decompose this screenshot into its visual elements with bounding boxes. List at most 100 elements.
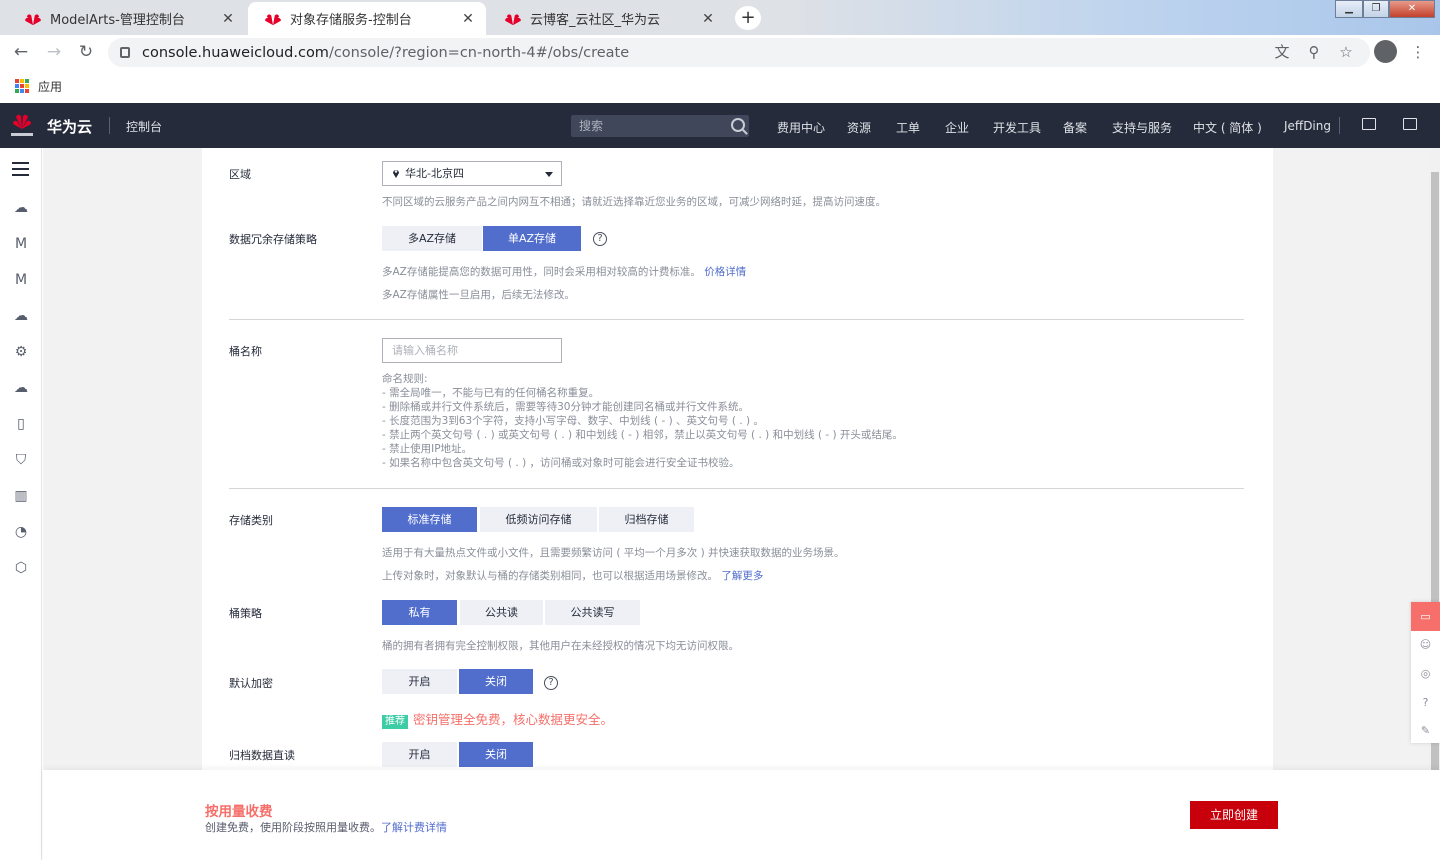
shield-icon[interactable]: ⛉ — [11, 450, 31, 470]
rule-line: - 如果名称中包含英文句号 ( . ) ，访问桶或对象时可能会进行安全证书校验。 — [382, 457, 740, 469]
nav-icp[interactable]: 备案 — [1063, 119, 1087, 136]
floating-tools: ▭ ☺ ◎ ? ✎ — [1411, 602, 1440, 743]
standard-storage-option[interactable]: 标准存储 — [382, 507, 477, 532]
infrequent-access-option[interactable]: 低频访问存储 — [480, 507, 597, 532]
modelarts-alt-icon[interactable]: M — [11, 270, 31, 290]
encryption-on-option[interactable]: 开启 — [382, 669, 457, 694]
tab-close-icon[interactable]: ✕ — [700, 11, 716, 27]
back-icon[interactable]: ← — [10, 41, 32, 63]
nav-user[interactable]: JeffDing — [1284, 119, 1331, 133]
multi-az-option[interactable]: 多AZ存储 — [382, 226, 482, 251]
cloud-upload-icon[interactable]: ☁ — [11, 306, 31, 326]
huawei-logo-icon — [265, 13, 281, 25]
browser-menu-icon[interactable]: ⋮ — [1408, 42, 1428, 62]
edit-icon[interactable]: ✎ — [1411, 716, 1440, 745]
reload-icon[interactable]: ↻ — [75, 41, 97, 63]
encryption-off-option[interactable]: 关闭 — [459, 669, 533, 694]
help-icon[interactable]: ? — [593, 232, 607, 246]
nav-support[interactable]: 支持与服务 — [1112, 119, 1172, 136]
console-header: 华为云 控制台 搜索 费用中心 资源 工单 企业 开发工具 备案 支持与服务 中… — [0, 103, 1440, 148]
service-sidebar: ☁ M M ☁ ⚙ ☁ ▯ ⛉ ▥ ◔ ⬡ — [0, 148, 42, 860]
url-path: /console/?region=cn-north-4#/obs/create — [328, 44, 630, 61]
mail-icon[interactable] — [1403, 118, 1417, 130]
terminal-icon[interactable] — [1362, 118, 1376, 130]
brand-name[interactable]: 华为云 — [47, 116, 92, 137]
single-az-option[interactable]: 单AZ存储 — [483, 226, 581, 251]
learn-more-link[interactable]: 了解更多 — [721, 570, 763, 582]
url-host: console.huaweicloud.com — [142, 44, 329, 61]
help-circle-icon[interactable]: ? — [1411, 688, 1440, 717]
bookmark-star-icon[interactable]: ☆ — [1336, 42, 1356, 62]
archive-read-on-option[interactable]: 开启 — [382, 742, 457, 767]
storage-class-hint: 适用于有大量热点文件或小文件，且需要频繁访问 ( 平均一个月多次 ) 并快速获取… — [382, 547, 845, 559]
help-icon[interactable]: ? — [544, 676, 558, 690]
region-hint: 不同区域的云服务产品之间内网互不相通；请就近选择靠近您业务的区域，可减少网络时延… — [382, 196, 886, 208]
archive-storage-option[interactable]: 归档存储 — [599, 507, 694, 532]
browser-tab-obs[interactable]: 对象存储服务-控制台 ✕ — [248, 2, 486, 35]
tab-label: ModelArts-管理控制台 — [50, 13, 185, 28]
zoom-icon[interactable]: ⚲ — [1304, 42, 1324, 62]
archive-read-off-option[interactable]: 关闭 — [459, 742, 533, 767]
maximize-button[interactable]: ❐ — [1363, 0, 1389, 18]
cloud-storage-icon[interactable]: ☁ — [11, 378, 31, 398]
new-tab-button[interactable]: + — [735, 6, 761, 30]
header-search-input[interactable]: 搜索 — [571, 115, 749, 137]
redundancy-label: 数据冗余存储策略 — [229, 233, 317, 246]
huawei-logo-icon[interactable] — [8, 110, 36, 140]
feedback-icon[interactable]: ▭ — [1411, 602, 1440, 631]
tab-close-icon[interactable]: ✕ — [220, 11, 236, 27]
browser-tab-strip: ModelArts-管理控制台 ✕ 对象存储服务-控制台 ✕ 云博客_云社区_华… — [0, 0, 1440, 35]
headset-icon[interactable]: ◎ — [1411, 659, 1440, 688]
bucket-name-input[interactable]: 请输入桶名称 — [382, 338, 562, 363]
rule-line: 命名规则: — [382, 373, 428, 385]
nav-tickets[interactable]: 工单 — [896, 119, 920, 136]
nav-resources[interactable]: 资源 — [847, 119, 871, 136]
tab-label: 对象存储服务-控制台 — [290, 13, 412, 28]
console-link[interactable]: 控制台 — [126, 118, 162, 135]
minimize-button[interactable]: ▁ — [1335, 0, 1363, 18]
document-icon[interactable]: ▯ — [11, 414, 31, 434]
menu-icon[interactable] — [12, 162, 29, 176]
create-now-button[interactable]: 立即创建 — [1190, 801, 1278, 829]
region-select[interactable]: 华北-北京四 — [382, 161, 562, 186]
hexagon-icon[interactable]: ⬡ — [11, 558, 31, 578]
url-field[interactable]: console.huaweicloud.com/console/?region=… — [108, 38, 1370, 67]
private-option[interactable]: 私有 — [382, 600, 457, 625]
billing-details-link[interactable]: 了解计费详情 — [381, 821, 447, 834]
apps-bookmark[interactable]: 应用 — [38, 78, 62, 95]
smile-icon[interactable]: ☺ — [1411, 630, 1440, 659]
encryption-label: 默认加密 — [229, 677, 273, 690]
rule-line: - 长度范围为3到63个字符，支持小写字母、数字、中划线 ( - ) 、英文句号… — [382, 415, 764, 427]
nav-billing[interactable]: 费用中心 — [777, 119, 825, 136]
cloud-service-icon[interactable]: ☁ — [11, 198, 31, 218]
encryption-promo: 推荐 密钥管理全免费，核心数据更安全。 — [382, 709, 613, 729]
browser-tab-blog[interactable]: 云博客_云社区_华为云 ✕ — [488, 2, 726, 35]
fee-description: 创建免费，使用阶段按照用量收费。了解计费详情 — [205, 821, 447, 834]
location-pin-icon — [393, 170, 399, 178]
nav-language[interactable]: 中文 ( 简体 ) — [1193, 119, 1262, 136]
section-divider — [229, 488, 1244, 489]
naming-rules: 命名规则: - 需全局唯一，不能与已有的任何桶名称重复。 - 删除桶或并行文件系… — [382, 372, 903, 470]
search-icon[interactable] — [731, 118, 745, 132]
search-placeholder: 搜索 — [579, 119, 604, 133]
apps-grid-icon[interactable] — [15, 79, 29, 93]
profile-avatar-icon[interactable] — [1374, 40, 1397, 63]
storage-class-note: 上传对象时，对象默认与桶的存储类别相同，也可以根据适用场景修改。 了解更多 — [382, 570, 764, 582]
dashboard-icon[interactable]: ◔ — [11, 522, 31, 542]
book-icon[interactable]: ▥ — [11, 486, 31, 506]
recommend-badge: 推荐 — [382, 715, 408, 729]
huawei-logo-icon — [25, 13, 41, 25]
modelarts-icon[interactable]: M — [11, 234, 31, 254]
public-read-option[interactable]: 公共读 — [460, 600, 543, 625]
price-details-link[interactable]: 价格详情 — [704, 266, 746, 278]
forward-icon[interactable]: → — [43, 41, 65, 63]
public-read-write-option[interactable]: 公共读写 — [545, 600, 640, 625]
nav-enterprise[interactable]: 企业 — [945, 119, 969, 136]
nav-dev-tools[interactable]: 开发工具 — [993, 119, 1041, 136]
window-close-button[interactable]: ✕ — [1389, 0, 1435, 18]
redundancy-note: 多AZ存储属性一旦启用，后续无法修改。 — [382, 289, 575, 301]
gear-icon[interactable]: ⚙ — [11, 342, 31, 362]
translate-icon[interactable]: 文 — [1272, 42, 1292, 62]
tab-close-icon[interactable]: ✕ — [460, 11, 476, 27]
browser-tab-modelarts[interactable]: ModelArts-管理控制台 ✕ — [8, 2, 246, 35]
